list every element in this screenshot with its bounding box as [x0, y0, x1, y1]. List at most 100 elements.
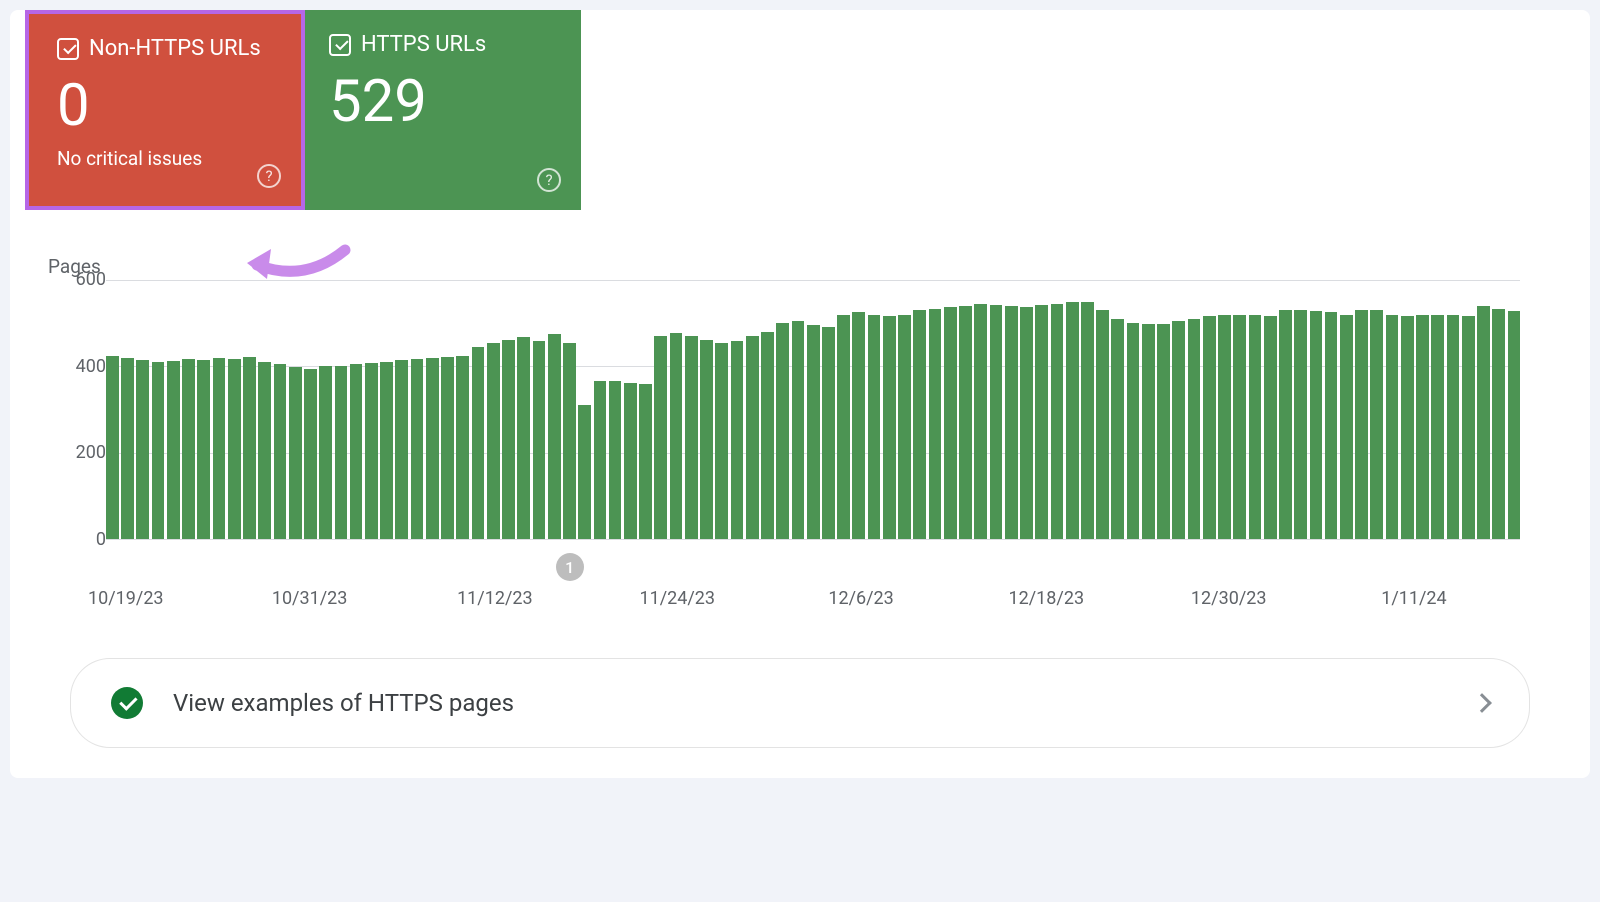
chart-bar[interactable]	[837, 315, 850, 539]
chart-bar[interactable]	[182, 359, 195, 539]
chart-bar[interactable]	[365, 363, 378, 539]
chart-bar[interactable]	[898, 315, 911, 539]
chart-bar[interactable]	[258, 362, 271, 539]
chart-bar[interactable]	[395, 360, 408, 539]
chart-bar[interactable]	[289, 367, 302, 539]
chart-bar[interactable]	[1508, 311, 1521, 539]
card-non-https[interactable]: Non-HTTPS URLs 0 No critical issues ?	[25, 10, 305, 210]
chart-bar[interactable]	[426, 358, 439, 539]
chart-bar[interactable]	[639, 384, 652, 539]
chart-bar[interactable]	[1172, 321, 1185, 539]
chart-bar[interactable]	[1416, 315, 1429, 539]
chart-bar[interactable]	[1188, 319, 1201, 539]
chart-bar[interactable]	[1081, 302, 1094, 539]
chart-bar[interactable]	[1264, 316, 1277, 539]
chart-bar[interactable]	[990, 305, 1003, 539]
chart-bar[interactable]	[411, 359, 424, 539]
chart-bar[interactable]	[1325, 312, 1338, 539]
checkbox-checked-icon[interactable]	[57, 38, 79, 60]
chart-bar[interactable]	[1477, 306, 1490, 539]
chart-bar[interactable]	[1127, 323, 1140, 539]
chart-bar[interactable]	[243, 357, 256, 539]
chart-bar[interactable]	[852, 312, 865, 539]
chart-bar[interactable]	[335, 366, 348, 539]
chart-bar[interactable]	[1294, 310, 1307, 539]
chart-bar[interactable]	[1066, 302, 1079, 539]
chart-bar[interactable]	[121, 358, 134, 539]
chart-bar[interactable]	[502, 340, 515, 539]
chart-bar[interactable]	[913, 310, 926, 539]
chart-bar[interactable]	[1051, 304, 1064, 539]
chart-bar[interactable]	[1035, 305, 1048, 539]
chart-bar[interactable]	[1005, 306, 1018, 539]
chart-bar[interactable]	[594, 381, 607, 539]
chart-bar[interactable]	[746, 336, 759, 539]
chart-bar[interactable]	[609, 381, 622, 539]
chart-bar[interactable]	[213, 358, 226, 539]
chart-bar[interactable]	[106, 356, 119, 539]
help-icon[interactable]: ?	[257, 164, 281, 188]
chart-bar[interactable]	[1386, 315, 1399, 539]
chart-bar[interactable]	[1492, 309, 1505, 539]
chart-bar[interactable]	[136, 360, 149, 539]
chart-bar[interactable]	[685, 336, 698, 539]
chart-bar[interactable]	[807, 325, 820, 539]
chart-bar[interactable]	[670, 333, 683, 539]
chart-bar[interactable]	[731, 341, 744, 539]
chart-bar[interactable]	[1401, 316, 1414, 539]
chart-bar[interactable]	[1340, 315, 1353, 539]
chart-bar[interactable]	[167, 361, 180, 539]
chart-bar[interactable]	[548, 334, 561, 539]
chart-bar[interactable]	[715, 343, 728, 539]
chart-bar[interactable]	[700, 340, 713, 539]
chart-bar[interactable]	[1096, 310, 1109, 539]
chart-bar[interactable]	[533, 341, 546, 539]
chart-bar[interactable]	[1249, 315, 1262, 539]
chart-bar[interactable]	[1355, 310, 1368, 539]
checkbox-checked-icon[interactable]	[329, 34, 351, 56]
chart-event-marker[interactable]: 1	[556, 553, 584, 581]
chart-bar[interactable]	[517, 337, 530, 539]
chart-bar[interactable]	[944, 307, 957, 539]
chart-bar[interactable]	[1447, 315, 1460, 539]
chart-bar[interactable]	[624, 383, 637, 539]
chart-bar[interactable]	[1218, 315, 1231, 539]
chart-bar[interactable]	[776, 323, 789, 539]
chart-bar[interactable]	[792, 321, 805, 539]
chart-bar[interactable]	[1310, 311, 1323, 539]
chart-bar[interactable]	[1203, 316, 1216, 539]
chart-bar[interactable]	[152, 362, 165, 539]
chart-bar[interactable]	[868, 315, 881, 539]
chart-bar[interactable]	[761, 332, 774, 539]
card-https[interactable]: HTTPS URLs 529 ?	[301, 10, 581, 210]
chart-bar[interactable]	[929, 309, 942, 539]
chart-bar[interactable]	[1279, 310, 1292, 539]
chart-bar[interactable]	[1157, 324, 1170, 539]
chart-bar[interactable]	[822, 327, 835, 539]
chart-bar[interactable]	[456, 356, 469, 539]
chart-bar[interactable]	[441, 357, 454, 539]
chart-bar[interactable]	[1431, 315, 1444, 539]
chart-bar[interactable]	[1111, 319, 1124, 539]
chart-bar[interactable]	[304, 369, 317, 540]
chart-bar[interactable]	[578, 405, 591, 539]
chart-bar[interactable]	[274, 364, 287, 539]
chart-bar[interactable]	[563, 343, 576, 539]
chart-bar[interactable]	[380, 362, 393, 539]
chart-bar[interactable]	[319, 366, 332, 539]
chart-bar[interactable]	[1370, 310, 1383, 539]
chart-bar[interactable]	[1233, 315, 1246, 539]
chart-bar[interactable]	[350, 364, 363, 539]
chart-bar[interactable]	[472, 347, 485, 539]
chart-bar[interactable]	[197, 360, 210, 539]
chart-bar[interactable]	[487, 343, 500, 539]
view-examples-row[interactable]: View examples of HTTPS pages	[70, 658, 1530, 748]
chart-bar[interactable]	[228, 359, 241, 539]
chart-bar[interactable]	[959, 306, 972, 539]
chart-bar[interactable]	[1142, 324, 1155, 539]
chart-bar[interactable]	[883, 316, 896, 539]
chart-bar[interactable]	[1462, 316, 1475, 539]
help-icon[interactable]: ?	[537, 168, 561, 192]
chart-bar[interactable]	[654, 336, 667, 539]
chart-bar[interactable]	[1020, 307, 1033, 539]
